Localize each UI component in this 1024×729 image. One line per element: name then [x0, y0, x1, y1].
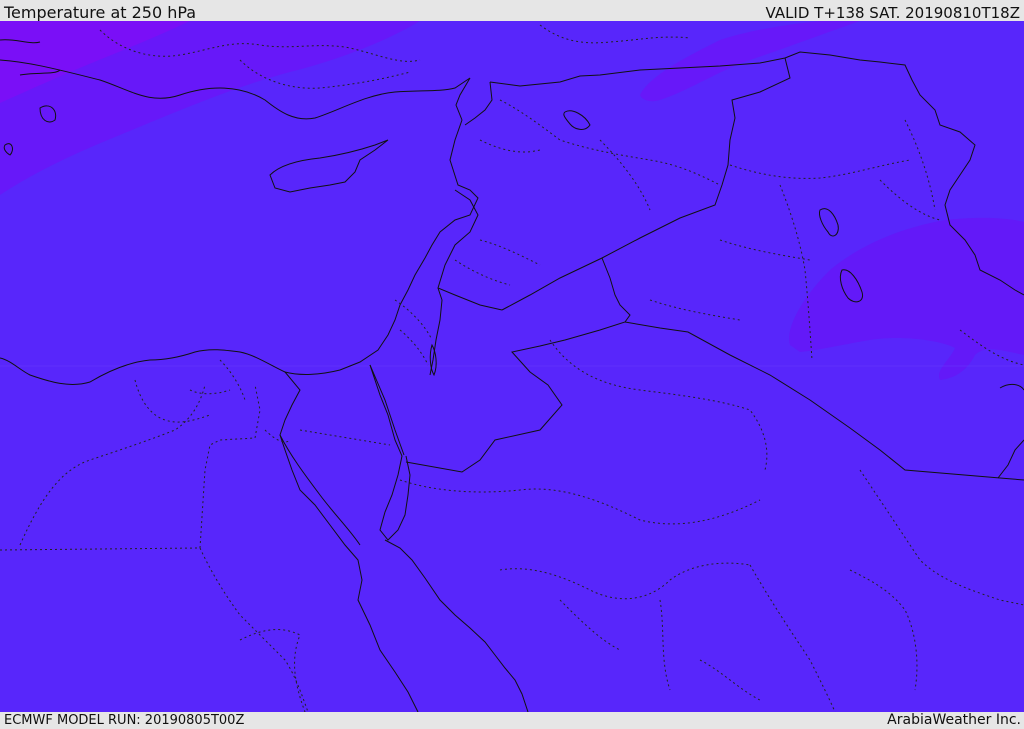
- credit-label: ArabiaWeather Inc.: [887, 712, 1021, 728]
- map-canvas[interactable]: [0, 21, 1024, 712]
- footer-bar: ECMWF MODEL RUN: 20190805T00Z ArabiaWeat…: [0, 712, 1024, 729]
- map-svg: [0, 21, 1024, 712]
- valid-time: VALID T+138 SAT. 20190810T18Z: [765, 4, 1020, 22]
- model-run-label: ECMWF MODEL RUN: 20190805T00Z: [4, 713, 245, 728]
- map-title: Temperature at 250 hPa: [4, 3, 197, 22]
- header-bar: Temperature at 250 hPa VALID T+138 SAT. …: [0, 0, 1024, 22]
